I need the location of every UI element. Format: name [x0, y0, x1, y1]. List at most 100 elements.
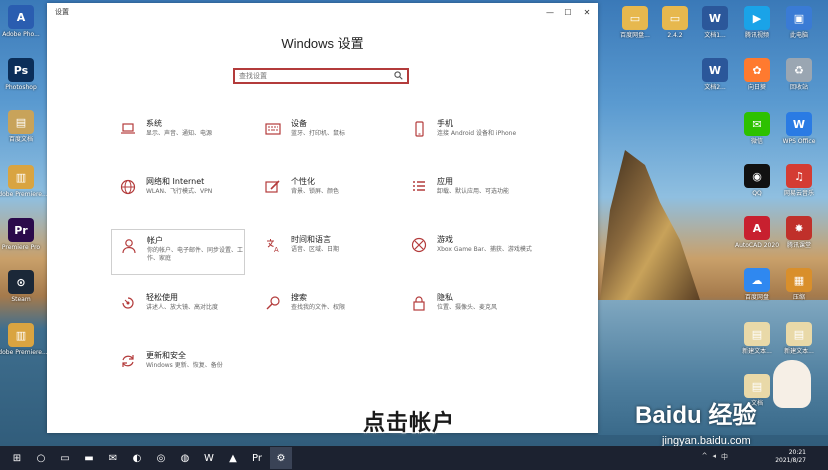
- settings-window: 设置 — ☐ ✕ Windows 设置 系统显示、声音、通知、电源设备蓝牙、打印…: [47, 3, 598, 433]
- desktop-icon-tutorial[interactable]: A Adobe Pho...: [0, 5, 46, 38]
- settings-tile-system[interactable]: 系统 显示、声音、通知、电源: [111, 113, 245, 159]
- search-box[interactable]: [233, 68, 409, 84]
- mascot-sticker: [773, 360, 811, 408]
- task-view-icon[interactable]: ▭: [54, 447, 76, 469]
- settings-tile-search[interactable]: 搜索查找我的文件、权限: [256, 287, 390, 333]
- close-button[interactable]: ✕: [578, 5, 596, 19]
- tile-title: 设备: [291, 119, 307, 128]
- tray-icon[interactable]: ^: [702, 452, 708, 462]
- mail-icon[interactable]: ✉: [102, 447, 124, 469]
- svg-text:A: A: [274, 247, 279, 253]
- premiere-icon: Pr: [8, 218, 34, 242]
- tile-description: Windows 更新、恢复、备份: [146, 362, 223, 369]
- desktop-icon-premiere[interactable]: Pr Premiere Pro: [0, 218, 46, 251]
- desktop-icon-adobe-premiere-1[interactable]: ▥ Adobe Premiere...: [0, 165, 48, 198]
- settings-tile-gaming[interactable]: 游戏 Xbox Game Bar、捕获、游戏模式: [402, 229, 536, 275]
- tile-description: WLAN、飞行模式、VPN: [146, 188, 213, 195]
- tile-title: 系统: [146, 119, 162, 128]
- word-icon[interactable]: W: [198, 447, 220, 469]
- tile-description: 连接 Android 设备和 iPhone: [437, 130, 517, 137]
- page-title: Windows 设置: [281, 36, 364, 51]
- tile-title: 网络和 Internet: [146, 177, 205, 186]
- search-taskbar-icon[interactable]: ○: [30, 447, 52, 469]
- desktop-icon-label: 新建文本...: [742, 348, 772, 355]
- premiere-icon[interactable]: Pr: [246, 447, 268, 469]
- title-bar[interactable]: 设置 — ☐ ✕: [47, 3, 598, 21]
- desktop-icon-label: Adobe Pho...: [2, 31, 40, 38]
- chrome-icon[interactable]: ◎: [150, 447, 172, 469]
- maximize-button[interactable]: ☐: [559, 5, 577, 19]
- desktop-icon-label: 文档2...: [704, 84, 726, 91]
- system-tray[interactable]: ^ ◂ 中: [702, 452, 728, 462]
- wallpaper-rock: [600, 150, 700, 300]
- tile-title: 搜索: [291, 293, 307, 302]
- settings-tile-network[interactable]: 网络和 Internet WLAN、飞行模式、VPN: [111, 171, 245, 217]
- desktop-icon-label: 回收站: [789, 84, 808, 91]
- steam-icon: ⊙: [8, 270, 34, 294]
- settings-tile-ease-of-access[interactable]: 轻松使用 讲述人、放大镜、高对比度: [111, 287, 245, 333]
- tile-description: 位置、摄像头、麦克风: [437, 304, 498, 311]
- taskbar-clock[interactable]: 20:21 2021/8/27: [775, 449, 806, 465]
- apps-list-icon: [410, 178, 428, 196]
- autodesk-icon: A: [744, 216, 770, 240]
- app-red-icon: ✸: [786, 216, 812, 240]
- wechat-icon: ✉: [744, 112, 770, 136]
- pc-icon: ▣: [786, 6, 812, 30]
- desktop-icon-photoshop[interactable]: Ps Photoshop: [0, 58, 46, 91]
- app-blue-icon: ☁: [744, 268, 770, 292]
- tile-description: 语音、区域、日期: [291, 246, 340, 253]
- desktop-icon-label: 百度网盘...: [620, 32, 650, 39]
- settings-tile-privacy[interactable]: 隐私 位置、摄像头、麦克风: [402, 287, 536, 333]
- settings-tile-devices[interactable]: 设备 蓝牙、打印机、鼠标: [256, 113, 390, 159]
- phone-icon: [410, 120, 428, 138]
- magnifier-icon: [264, 294, 282, 312]
- wps-icon: W: [786, 112, 812, 136]
- file-explorer-icon[interactable]: ▬: [78, 447, 100, 469]
- brush-icon: [264, 178, 282, 196]
- tutorial-icon: A: [8, 5, 34, 29]
- desktop-icon-label: 新建文本...: [784, 348, 814, 355]
- desktop-icon-label: Adobe Premiere...: [0, 191, 48, 198]
- tile-description: 查找我的文件、权限: [291, 304, 346, 311]
- desktop-icon-notes[interactable]: ▤ 百度文档: [0, 110, 46, 143]
- tray-icon[interactable]: 中: [721, 452, 728, 462]
- tile-title: 更新和安全: [146, 351, 186, 360]
- lock-icon: [410, 294, 428, 312]
- minimize-button[interactable]: —: [541, 5, 559, 19]
- tray-icon[interactable]: ◂: [712, 452, 716, 462]
- globe-icon: [119, 178, 137, 196]
- settings-tile-phone[interactable]: 手机 连接 Android 设备和 iPhone: [402, 113, 536, 159]
- desktop-icon-adobe-premiere-2[interactable]: ▥ Adobe Premiere...: [0, 323, 48, 356]
- settings-tile-update-security[interactable]: 更新和安全 Windows 更新、恢复、备份: [111, 345, 245, 391]
- netease-music-icon: ♫: [786, 164, 812, 188]
- desktop-icon-recycle[interactable]: ♻ 回收站: [774, 58, 824, 91]
- settings-tile-time-language[interactable]: A 时间和语言 语音、区域、日期: [256, 229, 390, 275]
- tile-title: 应用: [437, 177, 453, 186]
- desktop-icon-app-pack[interactable]: ▦ 压缩: [774, 268, 824, 301]
- desktop-icon-label: WPS Office: [782, 138, 816, 145]
- desktop-icon-app-red[interactable]: ✸ 腾讯课堂: [774, 216, 824, 249]
- settings-tile-apps[interactable]: 应用 卸载、默认应用、可选功能: [402, 171, 536, 217]
- start-button[interactable]: ⊞: [6, 447, 28, 469]
- settings-tile-personalization[interactable]: 个性化 背景、锁屏、颜色: [256, 171, 390, 217]
- app-yellow-icon[interactable]: ◐: [126, 447, 148, 469]
- tile-description: 讲述人、放大镜、高对比度: [146, 304, 219, 311]
- app-red-icon[interactable]: ▲: [222, 447, 244, 469]
- desktop-icon-steam[interactable]: ⊙ Steam: [0, 270, 46, 303]
- search-input[interactable]: [235, 72, 393, 80]
- window-title: 设置: [55, 8, 69, 16]
- browser-icon[interactable]: ◍: [174, 447, 196, 469]
- desktop-icon-netease-music[interactable]: ♫ 网易云音乐: [774, 164, 824, 197]
- word-2-icon: W: [702, 58, 728, 82]
- desktop-icon-pc[interactable]: ▣ 此电脑: [774, 6, 824, 39]
- adobe-premiere-2-icon: ▥: [8, 323, 34, 347]
- settings-gear-icon[interactable]: ⚙: [270, 447, 292, 469]
- baidu-watermark: Baidu 经验: [635, 402, 757, 429]
- settings-tile-accounts[interactable]: 帐户 你的帐户、电子邮件、同步设置、工作、家庭: [111, 229, 245, 275]
- photoshop-icon: Ps: [8, 58, 34, 82]
- desktop-icon-doc-2[interactable]: ▤ 新建文本...: [774, 322, 824, 355]
- desktop-icon-label: QQ: [752, 190, 762, 197]
- desktop-icon-wps[interactable]: W WPS Office: [774, 112, 824, 145]
- desktop-icon-label: AutoCAD 2020: [734, 242, 780, 249]
- doc-2-icon: ▤: [786, 322, 812, 346]
